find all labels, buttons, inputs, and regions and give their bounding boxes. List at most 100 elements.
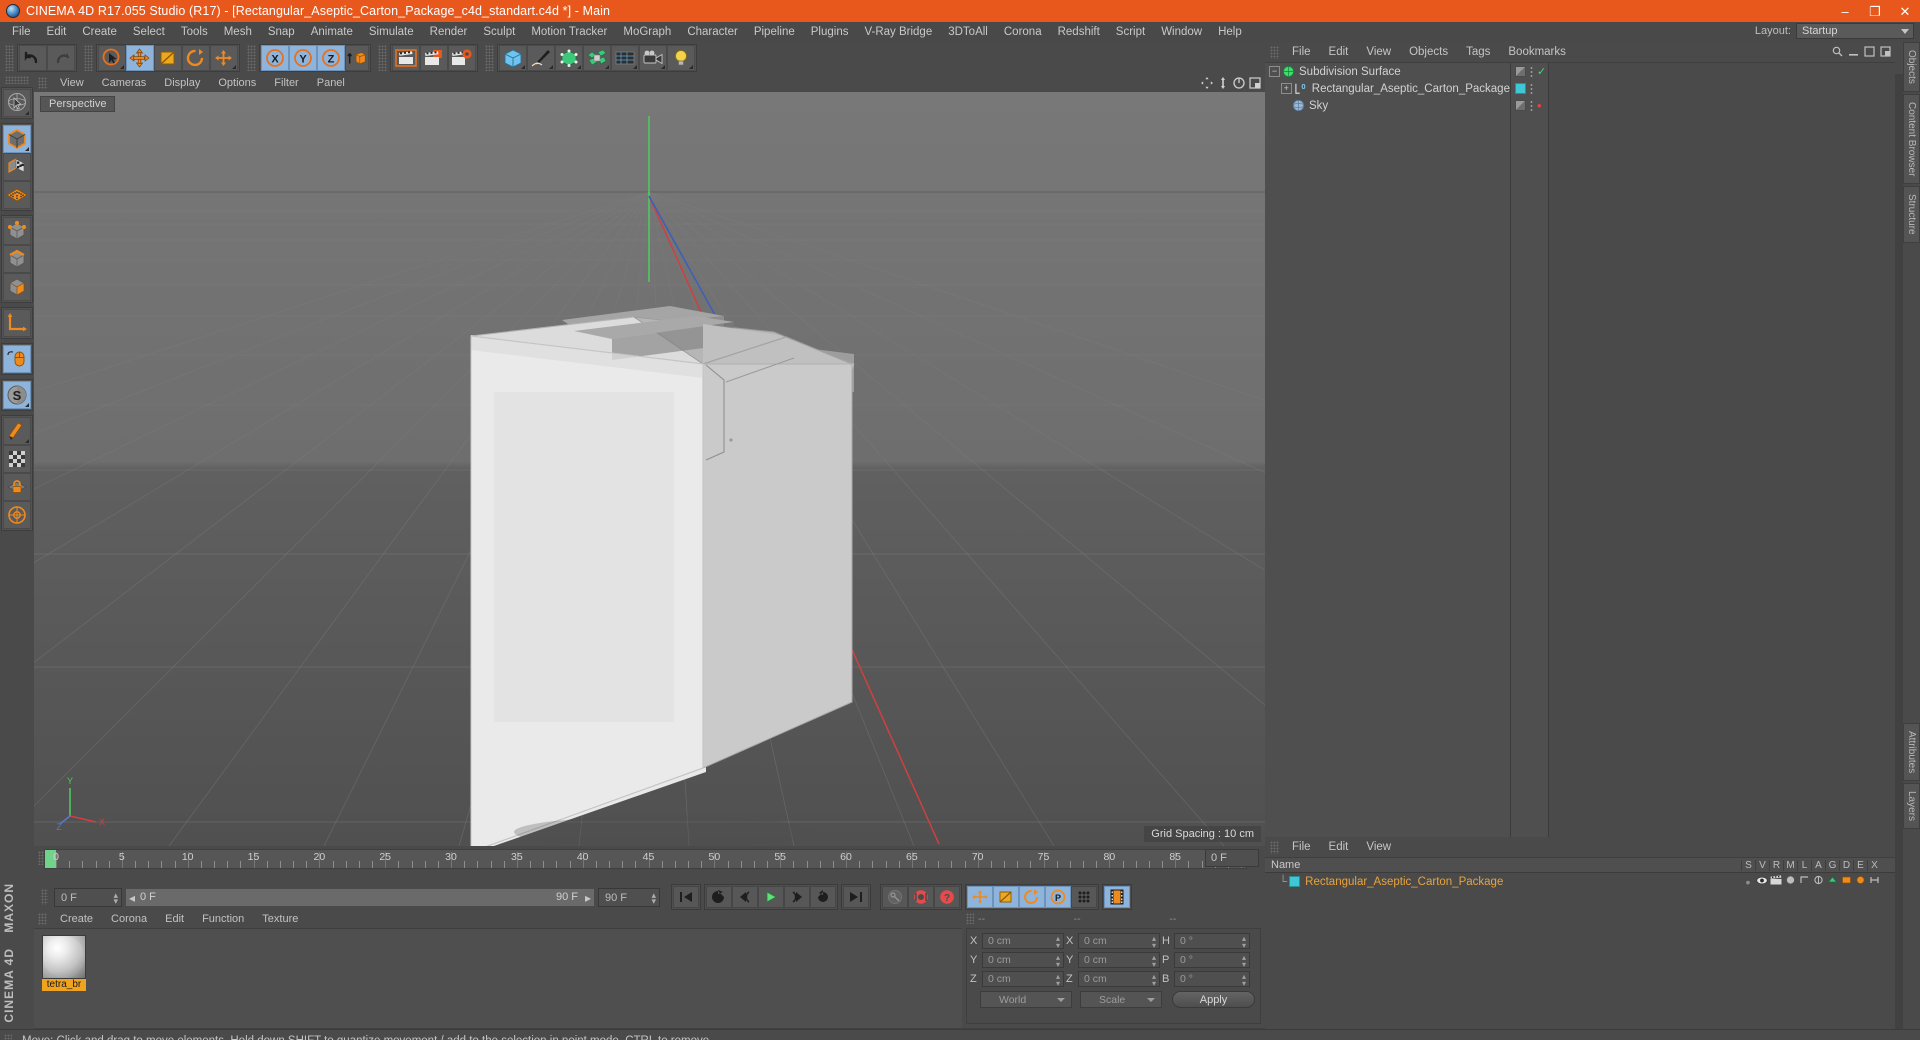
expander-collapse-icon[interactable]: − <box>1269 66 1280 77</box>
object-manager-grip[interactable] <box>1270 45 1279 59</box>
viewport-menu-display[interactable]: Display <box>155 77 209 89</box>
viewport-menu-view[interactable]: View <box>51 77 93 89</box>
layer-col-s[interactable]: S <box>1741 859 1755 871</box>
material-name[interactable]: tetra_br <box>42 979 86 991</box>
menu-animate[interactable]: Animate <box>303 22 361 42</box>
menu-mograph[interactable]: MoGraph <box>615 22 679 42</box>
viewport-solo-button[interactable] <box>3 417 31 445</box>
coord-field-rot-h[interactable]: 0 ° ▴ ▾ <box>1174 933 1250 950</box>
layer-render-clapper-icon[interactable] <box>1769 875 1783 888</box>
menu-pipeline[interactable]: Pipeline <box>746 22 803 42</box>
object-menu-edit[interactable]: Edit <box>1320 46 1358 58</box>
dock-tab-structure[interactable]: Structure <box>1903 186 1920 243</box>
viewport-3d-scene[interactable]: Perspective Grid Spacing : 10 cm Y X Z <box>34 92 1265 846</box>
world-object-coord-button[interactable] <box>345 45 369 71</box>
layer-menu-file[interactable]: File <box>1283 841 1320 853</box>
visibility-check-icon[interactable]: ✓ <box>1537 65 1546 78</box>
tag-swatch-icon[interactable] <box>1515 100 1526 111</box>
minimize-button[interactable]: – <box>1830 0 1860 22</box>
menu-simulate[interactable]: Simulate <box>361 22 422 42</box>
toolbar-grip-3[interactable] <box>247 45 256 71</box>
stepper-icon[interactable]: ▴ ▾ <box>1152 935 1156 950</box>
viewport-zoom-icon[interactable] <box>1217 77 1229 89</box>
tag-swatch-icon[interactable] <box>1515 83 1526 94</box>
coordinate-system-dropdown[interactable]: World <box>980 991 1072 1008</box>
minimize-panel-icon[interactable] <box>1848 46 1859 57</box>
menu-edit[interactable]: Edit <box>39 22 75 42</box>
record-active-objects-button[interactable] <box>908 886 934 908</box>
menu-script[interactable]: Script <box>1108 22 1153 42</box>
dock-tab-layers[interactable]: Layers <box>1903 783 1920 830</box>
dock-tab-objects[interactable]: Objects <box>1903 42 1920 92</box>
toolbar-grip[interactable] <box>5 45 14 71</box>
layer-col-r[interactable]: R <box>1769 859 1783 871</box>
layer-manager-col-m[interactable] <box>1783 875 1797 888</box>
live-selection-tool[interactable] <box>3 89 31 117</box>
toolbar-grip-4[interactable] <box>378 45 387 71</box>
layer-col-e[interactable]: E <box>1853 859 1867 871</box>
close-button[interactable]: ✕ <box>1890 0 1920 22</box>
loop-button[interactable] <box>810 886 836 908</box>
coord-field-size-x[interactable]: 0 cm ▴ ▾ <box>1078 933 1160 950</box>
menu-window[interactable]: Window <box>1153 22 1210 42</box>
lock-x-button[interactable]: X <box>261 45 289 71</box>
stepper-icon[interactable]: ▴ ▾ <box>1152 954 1156 969</box>
menu-redshift[interactable]: Redshift <box>1050 22 1108 42</box>
layer-menu-edit[interactable]: Edit <box>1320 841 1358 853</box>
coord-field-rot-p[interactable]: 0 ° ▴ ▾ <box>1174 952 1250 969</box>
menu-create[interactable]: Create <box>74 22 125 42</box>
left-toolbar-grip[interactable] <box>5 76 29 84</box>
render-to-picture-viewer-button[interactable] <box>420 45 448 71</box>
toolbar-grip-2[interactable] <box>84 45 93 71</box>
point-level-anim-button[interactable] <box>1071 886 1097 908</box>
scale-key-button[interactable] <box>993 886 1019 908</box>
viewport-menu-filter[interactable]: Filter <box>265 77 307 89</box>
menu-3dtoall[interactable]: 3DToAll <box>940 22 996 42</box>
object-tree[interactable]: − Subdivision Surface + 0 Rectangular_As… <box>1265 63 1511 838</box>
layer-col-m[interactable]: M <box>1783 859 1797 871</box>
menu-sculpt[interactable]: Sculpt <box>475 22 523 42</box>
viewport-move-icon[interactable] <box>1201 77 1213 89</box>
layer-col-v[interactable]: V <box>1755 859 1769 871</box>
render-settings-button[interactable] <box>448 45 476 71</box>
rotation-key-button[interactable] <box>1019 886 1045 908</box>
layer-col-g[interactable]: G <box>1825 859 1839 871</box>
coord-field-pos-x[interactable]: 0 cm ▴ ▾ <box>982 933 1064 950</box>
object-row-subdivision-surface[interactable]: − Subdivision Surface <box>1265 63 1510 80</box>
tag-row-sky[interactable]: • <box>1511 97 1548 114</box>
layer-col-x[interactable]: X <box>1867 859 1881 871</box>
texture-mode-button[interactable] <box>3 153 31 181</box>
menu-mesh[interactable]: Mesh <box>216 22 260 42</box>
object-menu-bookmarks[interactable]: Bookmarks <box>1499 46 1575 58</box>
maximize-button[interactable]: ❐ <box>1860 0 1890 22</box>
menu-file[interactable]: File <box>4 22 39 42</box>
layer-manager-col-e[interactable] <box>1853 875 1867 888</box>
menu-snap[interactable]: Snap <box>260 22 303 42</box>
select-tool-button[interactable] <box>98 45 126 71</box>
play-backwards-button[interactable] <box>706 886 732 908</box>
add-spline-button[interactable] <box>527 45 555 71</box>
transform-mode-dropdown[interactable]: Scale <box>1080 991 1162 1008</box>
stepper-icon[interactable]: ▴ ▾ <box>1152 973 1156 988</box>
add-environment-button[interactable] <box>611 45 639 71</box>
preview-range-bar[interactable]: ◂ 0 F 90 F ▸ <box>125 887 595 907</box>
render-disabled-dot-icon[interactable]: • <box>1537 99 1542 112</box>
stepper-icon[interactable]: ▴ ▾ <box>1242 973 1246 988</box>
toolbar-grip-5[interactable] <box>485 45 494 71</box>
object-row-sky[interactable]: Sky <box>1265 97 1510 114</box>
object-axis-button[interactable] <box>3 309 31 337</box>
layer-row-carton[interactable]: └ Rectangular_Aseptic_Carton_Package • <box>1265 873 1895 890</box>
undo-button[interactable] <box>19 45 47 71</box>
coordinates-grip[interactable] <box>966 913 974 924</box>
current-frame-field[interactable]: 0 F ▴ ▾ <box>54 887 122 907</box>
tag-row-carton[interactable] <box>1511 80 1548 97</box>
lock-z-button[interactable]: Z <box>317 45 345 71</box>
edges-mode-button[interactable] <box>3 245 31 273</box>
viewport-grip[interactable] <box>38 77 47 89</box>
menu-vray-bridge[interactable]: V-Ray Bridge <box>856 22 940 42</box>
add-cube-button[interactable] <box>499 45 527 71</box>
tag-swatch-icon[interactable] <box>1515 66 1526 77</box>
coord-field-pos-z[interactable]: 0 cm ▴ ▾ <box>982 971 1064 988</box>
material-grip[interactable] <box>38 913 47 925</box>
add-deformer-button[interactable] <box>583 45 611 71</box>
